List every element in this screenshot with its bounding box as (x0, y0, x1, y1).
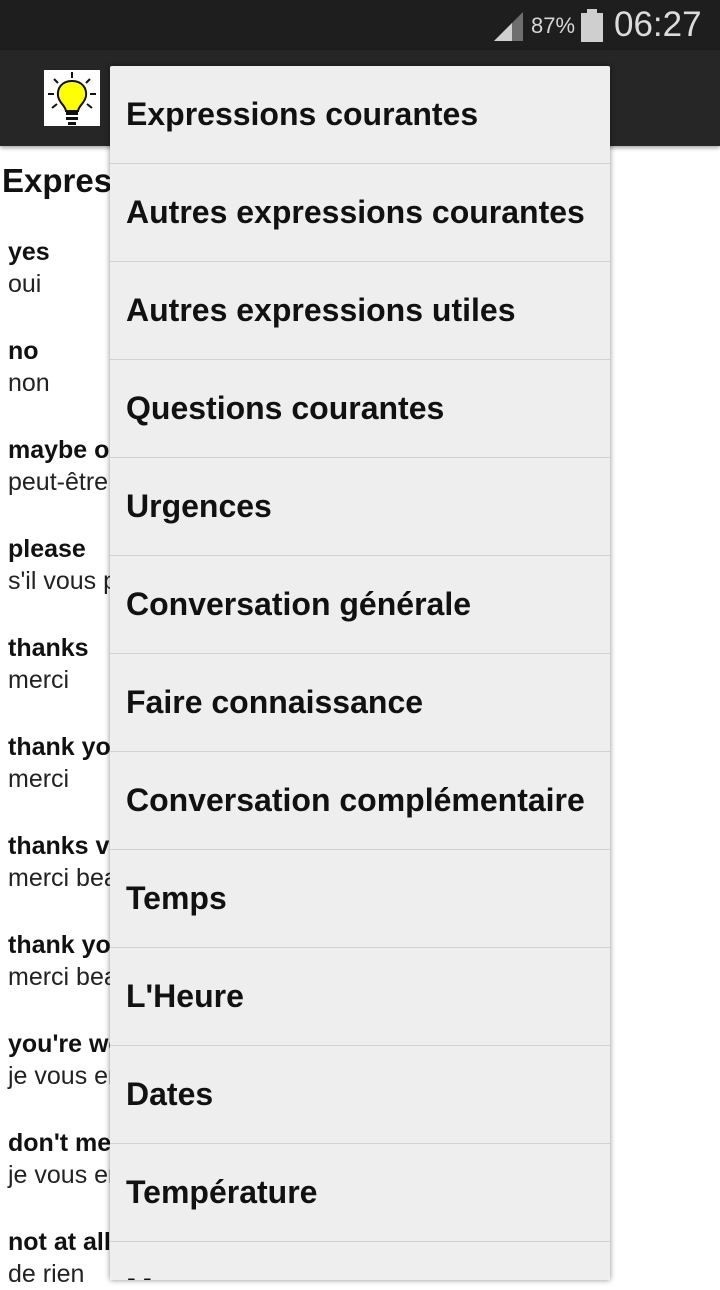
menu-item-label: Autres expressions courantes (126, 194, 585, 230)
menu-item[interactable]: Autres expressions utiles (110, 262, 610, 360)
menu-item[interactable]: L'Heure (110, 948, 610, 1046)
menu-item[interactable]: Dates (110, 1046, 610, 1144)
menu-item[interactable]: Conversation générale (110, 556, 610, 654)
menu-item-label: Température (126, 1174, 318, 1210)
menu-item[interactable]: Faire connaissance (110, 654, 610, 752)
menu-item[interactable]: Expressions courantes (110, 66, 610, 164)
menu-item[interactable]: Urgences (110, 458, 610, 556)
menu-item[interactable]: Autres expressions courantes (110, 164, 610, 262)
menu-item[interactable]: Conversation complémentaire (110, 752, 610, 850)
menu-item-label: Autres expressions utiles (126, 292, 516, 328)
battery-percent: 87% (531, 13, 576, 38)
menu-item[interactable]: Questions courantes (110, 360, 610, 458)
menu-item-label: Temps (126, 880, 227, 916)
lightbulb-icon[interactable] (44, 70, 100, 126)
menu-item[interactable]: Temps (110, 850, 610, 948)
battery-icon (580, 9, 604, 47)
menu-item[interactable]: Mesures (110, 1242, 610, 1280)
menu-item-label: Expressions courantes (126, 96, 479, 132)
menu-item-label: Faire connaissance (126, 684, 424, 720)
signal-icon (492, 10, 524, 47)
menu-item-label: L'Heure (126, 978, 244, 1014)
menu-item-label: Dates (126, 1076, 214, 1112)
menu-item-label: Conversation complémentaire (126, 782, 585, 818)
menu-item-label: Mesures (126, 1272, 256, 1280)
menu-item-label: Questions courantes (126, 390, 445, 426)
category-dropdown-menu: Expressions courantes Autres expressions… (110, 66, 610, 1280)
clock: 06:27 (614, 5, 702, 44)
menu-item[interactable]: Température (110, 1144, 610, 1242)
menu-item-label: Conversation générale (126, 586, 471, 622)
status-bar: 87% 06:27 (0, 0, 720, 50)
menu-item-label: Urgences (126, 488, 272, 524)
